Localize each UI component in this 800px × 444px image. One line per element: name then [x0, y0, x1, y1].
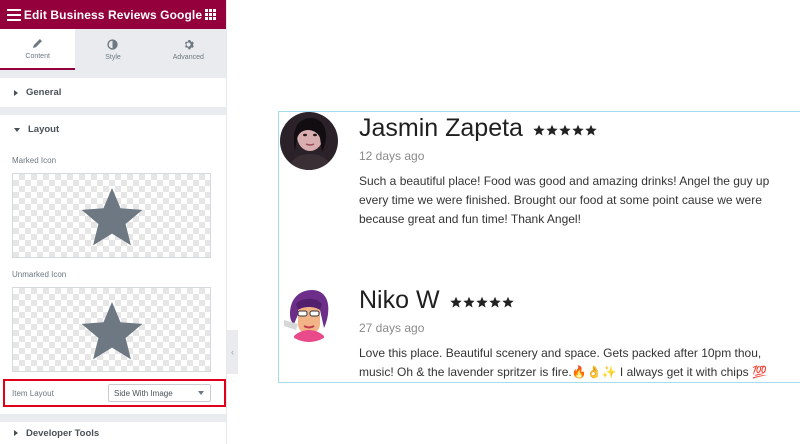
star-icon	[585, 124, 597, 136]
star-icon	[81, 187, 142, 245]
review-date: 27 days ago	[359, 321, 425, 335]
caret-right-icon	[14, 89, 18, 96]
star-icon	[559, 124, 571, 136]
marked-icon-label: Marked Icon	[12, 156, 57, 165]
review-date: 12 days ago	[359, 149, 425, 163]
gear-icon	[184, 39, 194, 49]
rating-stars	[449, 296, 514, 308]
star-icon	[546, 124, 558, 136]
unmarked-icon-picker[interactable]	[12, 287, 211, 372]
half-circle-icon	[107, 38, 119, 50]
section-title: Developer Tools	[26, 427, 100, 439]
reviewer-name: Niko W	[359, 286, 440, 314]
reviews-widget: Jasmin Zapeta 12 days ago Such a beautif…	[278, 111, 800, 383]
tab-label: Style	[105, 53, 121, 61]
section-title: Layout	[28, 124, 60, 135]
rating-stars	[533, 124, 597, 136]
section-divider	[0, 414, 226, 422]
panel-collapse-handle[interactable]: ‹	[227, 330, 238, 374]
review-text-line: every time we were finished. Brought our…	[359, 193, 762, 207]
marked-icon-picker[interactable]	[12, 173, 211, 258]
review-text-line: because great and fun time! Thank Angel!	[359, 212, 581, 226]
review-text-line: Such a beautiful place! Food was good an…	[359, 174, 770, 188]
panel-header: Edit Business Reviews Google	[0, 0, 226, 29]
star-icon	[501, 296, 514, 308]
unmarked-icon-label: Unmarked Icon	[12, 270, 67, 279]
section-layout[interactable]: Layout	[0, 115, 226, 144]
hamburger-menu-icon[interactable]	[7, 8, 21, 21]
section-general[interactable]: General	[0, 78, 226, 107]
item-layout-label: Item Layout	[12, 388, 54, 398]
item-layout-value: Side With Image	[114, 388, 173, 398]
star-icon	[572, 124, 584, 136]
reviewer-name-row: Jasmin Zapeta	[359, 114, 597, 143]
star-icon	[475, 296, 488, 308]
tab-label: Content	[25, 52, 50, 60]
reviewer-name-row: Niko W	[359, 286, 514, 315]
caret-right-icon	[14, 430, 18, 436]
caret-down-icon	[14, 127, 20, 132]
section-title: General	[26, 87, 62, 98]
tab-advanced[interactable]: Advanced	[151, 29, 226, 70]
avatar	[280, 112, 338, 170]
star-icon	[488, 296, 501, 308]
panel-tabs: Content Style Advanced	[0, 29, 226, 70]
widgets-grid-icon[interactable]	[205, 9, 216, 20]
star-icon	[449, 296, 462, 308]
review-text: Such a beautiful place! Food was good an…	[359, 172, 800, 229]
chevron-left-icon: ‹	[231, 347, 234, 357]
section-developer-tools[interactable]: Developer Tools	[0, 422, 226, 444]
review-text-line: music! Oh & the lavender spritzer is fir…	[359, 365, 767, 379]
panel-title: Edit Business Reviews Google	[23, 7, 203, 22]
chevron-down-icon	[198, 391, 204, 395]
review-text: Love this place. Beautiful scenery and s…	[359, 344, 800, 382]
editor-panel: Edit Business Reviews Google Content Sty…	[0, 0, 227, 444]
tab-style[interactable]: Style	[75, 29, 150, 70]
section-divider	[0, 70, 226, 78]
star-icon	[81, 301, 142, 359]
reviewer-name: Jasmin Zapeta	[359, 114, 523, 142]
section-divider	[0, 107, 226, 115]
tab-label: Advanced	[172, 53, 204, 61]
tab-content[interactable]: Content	[0, 29, 76, 70]
pencil-icon	[33, 38, 43, 48]
avatar	[280, 284, 338, 342]
item-layout-control: Item Layout Side With Image	[3, 379, 226, 407]
item-layout-select[interactable]: Side With Image	[108, 384, 211, 402]
star-icon	[462, 296, 475, 308]
star-icon	[533, 124, 545, 136]
review-text-line: Love this place. Beautiful scenery and s…	[359, 346, 762, 360]
